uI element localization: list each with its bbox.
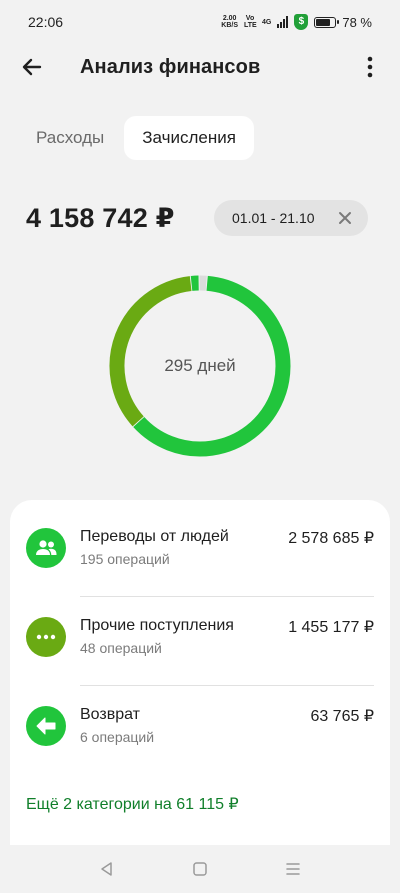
category-name: Переводы от людей (80, 528, 229, 545)
status-bar: 22:06 2.00 KB/S Vo LTE 4G $ 78 % (0, 0, 400, 44)
donut-center-label: 295 дней (164, 356, 236, 375)
category-icon-bg (26, 617, 66, 657)
status-time: 22:06 (28, 14, 64, 30)
battery-icon (314, 16, 340, 28)
people-icon (36, 540, 57, 555)
network-type: 4G (262, 18, 272, 26)
category-name: Возврат (80, 706, 140, 723)
return-arrow-icon (36, 717, 56, 735)
category-ops: 195 операций (80, 551, 170, 567)
network-speed: 2.00 KB/S (221, 15, 239, 29)
back-button[interactable] (2, 44, 62, 90)
divider (80, 685, 374, 686)
dollar-shield-icon: $ (294, 14, 309, 30)
tab-income[interactable]: Зачисления (124, 116, 254, 160)
close-icon[interactable] (336, 209, 354, 227)
category-ops: 48 операций (80, 640, 162, 656)
divider (80, 596, 374, 597)
volte-indicator: Vo LTE (244, 15, 257, 29)
date-range-chip[interactable]: 01.01 - 21.10 (214, 200, 368, 236)
type-tabs: Расходы Зачисления (22, 116, 254, 160)
category-row-transfers[interactable]: Переводы от людей 195 операций 2 578 685… (26, 520, 374, 590)
category-amount: 2 578 685 ₽ (288, 530, 374, 547)
arrow-left-icon (22, 58, 42, 76)
nav-home-icon (193, 862, 207, 876)
category-amount: 1 455 177 ₽ (288, 619, 374, 636)
category-row-other-income[interactable]: Прочие поступления 48 операций 1 455 177… (26, 609, 374, 679)
income-donut-chart: 295 дней (105, 271, 295, 461)
nav-back-icon (100, 862, 112, 876)
total-amount: 4 158 742 ₽ (26, 202, 175, 233)
category-name: Прочие поступления (80, 617, 234, 634)
category-icon-bg (26, 528, 66, 568)
category-amount: 63 765 ₽ (310, 708, 374, 725)
category-row-refund[interactable]: Возврат 6 операций 63 765 ₽ (26, 698, 374, 768)
tab-expenses[interactable]: Расходы (22, 116, 118, 160)
system-nav-bar (0, 845, 400, 893)
app-header: Анализ финансов (0, 44, 400, 90)
more-menu-button[interactable] (350, 44, 390, 90)
page-title: Анализ финансов (80, 55, 261, 78)
category-icon-bg (26, 706, 66, 746)
battery-percent: 78 % (342, 14, 372, 30)
more-categories-link[interactable]: Ещё 2 категории на 61 115 ₽ (26, 794, 239, 814)
nav-menu-icon (286, 863, 301, 875)
nav-menu-button[interactable] (273, 849, 313, 889)
nav-home-button[interactable] (180, 849, 220, 889)
more-vertical-icon (367, 56, 373, 78)
date-range-label: 01.01 - 21.10 (232, 210, 315, 226)
more-horizontal-icon (36, 634, 56, 640)
nav-back-button[interactable] (87, 849, 127, 889)
category-ops: 6 операций (80, 729, 155, 745)
signal-icon (277, 16, 289, 28)
categories-sheet: Переводы от людей 195 операций 2 578 685… (10, 500, 390, 845)
